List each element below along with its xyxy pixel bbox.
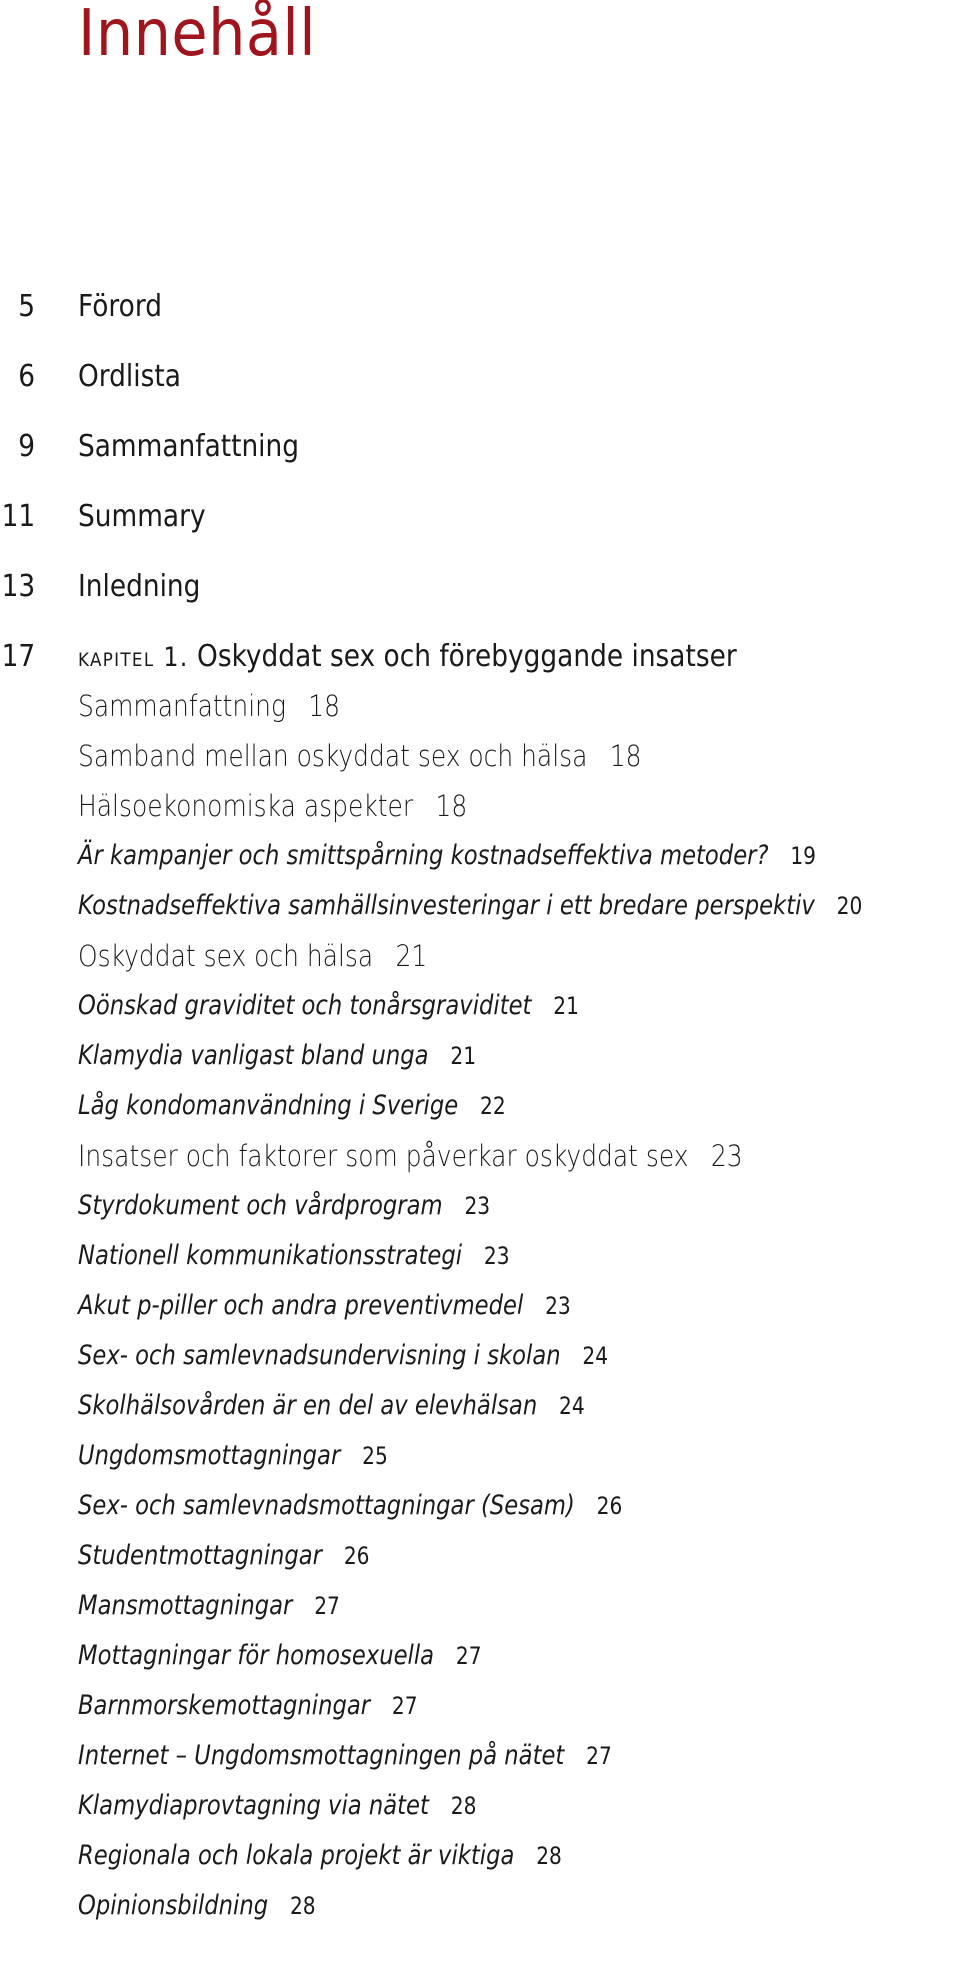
toc-entry-title: Nationell kommunikationsstrategi — [78, 1240, 463, 1271]
toc-entry-label: Kostnadseffektiva samhällsinvesteringar … — [78, 892, 862, 919]
toc-entry-label: Oskyddat sex och hälsa 21 — [78, 942, 427, 971]
toc-entry-label: Opinionsbildning 28 — [78, 1892, 316, 1919]
toc-entry-page-number: 26 — [596, 1492, 623, 1520]
toc-entry-label: Ordlista — [78, 359, 181, 394]
toc-entry-page-number: 5 — [18, 289, 35, 324]
page-title: Innehåll — [78, 0, 317, 71]
toc-entry-title: Styrdokument och vårdprogram — [78, 1190, 443, 1221]
toc-entry-label: Klamydiaprovtagning via nätet 28 — [78, 1792, 476, 1819]
toc-entry-label: Akut p-piller och andra preventivmedel 23 — [78, 1292, 571, 1319]
toc-entry-title: Ungdomsmottagningar — [78, 1440, 341, 1471]
toc-entry-title: Sammanfattning — [78, 689, 286, 723]
toc-entry-page-number: 28 — [450, 1792, 477, 1820]
toc-entry-label: Inledning — [78, 569, 201, 604]
toc-entry-page-number: 18 — [435, 789, 468, 823]
toc-entry-title: Barnmorskemottagningar — [78, 1690, 371, 1721]
toc-entry-page-number: 27 — [314, 1592, 340, 1620]
toc-entry-page-number: 23 — [464, 1192, 491, 1220]
toc-entry-title: Är kampanjer och smittspårning kostnadse… — [78, 840, 769, 871]
toc-entry-page-number: 19 — [790, 842, 817, 870]
toc-entry-title: Insatser och faktorer som påverkar oskyd… — [78, 1139, 689, 1173]
toc-entry-page-number: 25 — [362, 1442, 388, 1470]
toc-entry-label: Mottagningar för homosexuella 27 — [78, 1642, 482, 1669]
toc-entry-title: Samband mellan oskyddat sex och hälsa — [78, 739, 588, 773]
toc-entry-title: Oskyddat sex och hälsa — [78, 939, 374, 973]
toc-entry-page-number: 13 — [1, 569, 35, 604]
toc-entry-page-number: 24 — [559, 1392, 585, 1420]
toc-entry-label: Styrdokument och vårdprogram 23 — [78, 1192, 490, 1219]
toc-entry-label: Ungdomsmottagningar 25 — [78, 1442, 388, 1469]
toc-entry-label: Sammanfattning 18 — [78, 692, 340, 721]
toc-entry-label: Studentmottagningar 26 — [78, 1542, 370, 1569]
toc-entry-label: Sex- och samlevnadsundervisning i skolan… — [78, 1342, 608, 1369]
toc-entry-label: Hälsoekonomiska aspekter 18 — [78, 792, 467, 821]
toc-entry-label: Klamydia vanligast bland unga 21 — [78, 1042, 476, 1069]
toc-entry-label: Oönskad graviditet och tonårsgraviditet 2… — [78, 992, 579, 1019]
toc-entry-page-number: 17 — [1, 639, 35, 674]
toc-entry-label: Skolhälsovården är en del av elevhälsan 2… — [78, 1392, 585, 1419]
toc-entry-page-number: 11 — [1, 499, 35, 534]
toc-entry-title: Kostnadseffektiva samhällsinvesteringar … — [78, 890, 815, 921]
toc-entry-page-number: 22 — [480, 1092, 506, 1120]
toc-entry-page-number: 23 — [483, 1242, 510, 1270]
toc-entry-label: Samband mellan oskyddat sex och hälsa 18 — [78, 742, 642, 771]
toc-entry-label: Mansmottagningar 27 — [78, 1592, 340, 1619]
toc-entry-page-number: 23 — [545, 1292, 571, 1320]
toc-entry-page-number: 9 — [18, 429, 35, 464]
toc-entry-title: Akut p-piller och andra preventivmedel — [78, 1290, 524, 1321]
toc-entry-label: Internet – Ungdomsmottagningen på nätet 2… — [78, 1742, 612, 1769]
toc-entry-label: Insatser och faktorer som påverkar oskyd… — [78, 1142, 743, 1171]
toc-entry-page-number: 6 — [18, 359, 35, 394]
toc-entry-title: Opinionsbildning — [78, 1890, 269, 1921]
toc-entry-label: Nationell kommunikationsstrategi 23 — [78, 1242, 510, 1269]
toc-entry-title: Studentmottagningar — [78, 1540, 323, 1571]
chapter-title: Oskyddat sex och förebyggande insatser — [197, 639, 737, 674]
toc-entry-label: Summary — [78, 499, 206, 534]
toc-entry-label: Låg kondomanvändning i Sverige 22 — [78, 1092, 506, 1119]
toc-entry-title: Klamydiaprovtagning via nätet — [78, 1790, 429, 1821]
toc-entry-title: Klamydia vanligast bland unga — [78, 1040, 429, 1071]
toc-entry-title: Internet – Ungdomsmottagningen på nätet — [78, 1740, 565, 1771]
toc-entry-title: Regionala och lokala projekt är viktiga — [78, 1840, 515, 1871]
toc-entry-page-number: 27 — [455, 1642, 482, 1670]
toc-entry-page-number: 26 — [343, 1542, 370, 1570]
toc-entry-title: Skolhälsovården är en del av elevhälsan — [78, 1390, 538, 1421]
toc-entry-title: Oönskad graviditet och tonårsgraviditet — [78, 990, 532, 1021]
toc-entry-title: Låg kondomanvändning i Sverige — [78, 1090, 459, 1121]
toc-entry-page-number: 27 — [391, 1692, 418, 1720]
toc-entry-label: Är kampanjer och smittspårning kostnadse… — [78, 842, 816, 869]
toc-entry-title: Sex- och samlevnadsundervisning i skolan — [78, 1340, 561, 1371]
toc-entry-label: Barnmorskemottagningar 27 — [78, 1692, 418, 1719]
toc-entry-title: Sex- och samlevnadsmottagningar (Sesam) — [78, 1490, 575, 1521]
toc-entry-page-number: 20 — [836, 892, 863, 920]
toc-entry-page-number: 18 — [609, 739, 642, 773]
toc-entry-page-number: 28 — [536, 1842, 562, 1870]
toc-entry-page-number: 18 — [308, 689, 341, 723]
toc-entry-label: Regionala och lokala projekt är viktiga 2… — [78, 1842, 562, 1869]
chapter-number-label: kapitel 1. — [78, 642, 189, 673]
toc-entry-title: Hälsoekonomiska aspekter — [78, 789, 414, 823]
toc-entry-label: Sex- och samlevnadsmottagningar (Sesam) 2… — [78, 1492, 622, 1519]
toc-entry-page-number: 21 — [395, 939, 428, 973]
toc-entry-page-number: 23 — [710, 1139, 743, 1173]
toc-entry-page-number: 24 — [582, 1342, 609, 1370]
chapter-heading: kapitel 1. Oskyddat sex och förebyggande… — [78, 642, 737, 672]
toc-entry-page-number: 27 — [586, 1742, 612, 1770]
toc-entry-label: Sammanfattning — [78, 429, 300, 464]
toc-entry-title: Mansmottagningar — [78, 1590, 293, 1621]
toc-entry-page-number: 28 — [289, 1892, 316, 1920]
toc-entry-title: Mottagningar för homosexuella — [78, 1640, 435, 1671]
toc-entry-page-number: 21 — [553, 992, 579, 1020]
toc-entry-page-number: 21 — [450, 1042, 477, 1070]
toc-entry-label: Förord — [78, 289, 162, 324]
